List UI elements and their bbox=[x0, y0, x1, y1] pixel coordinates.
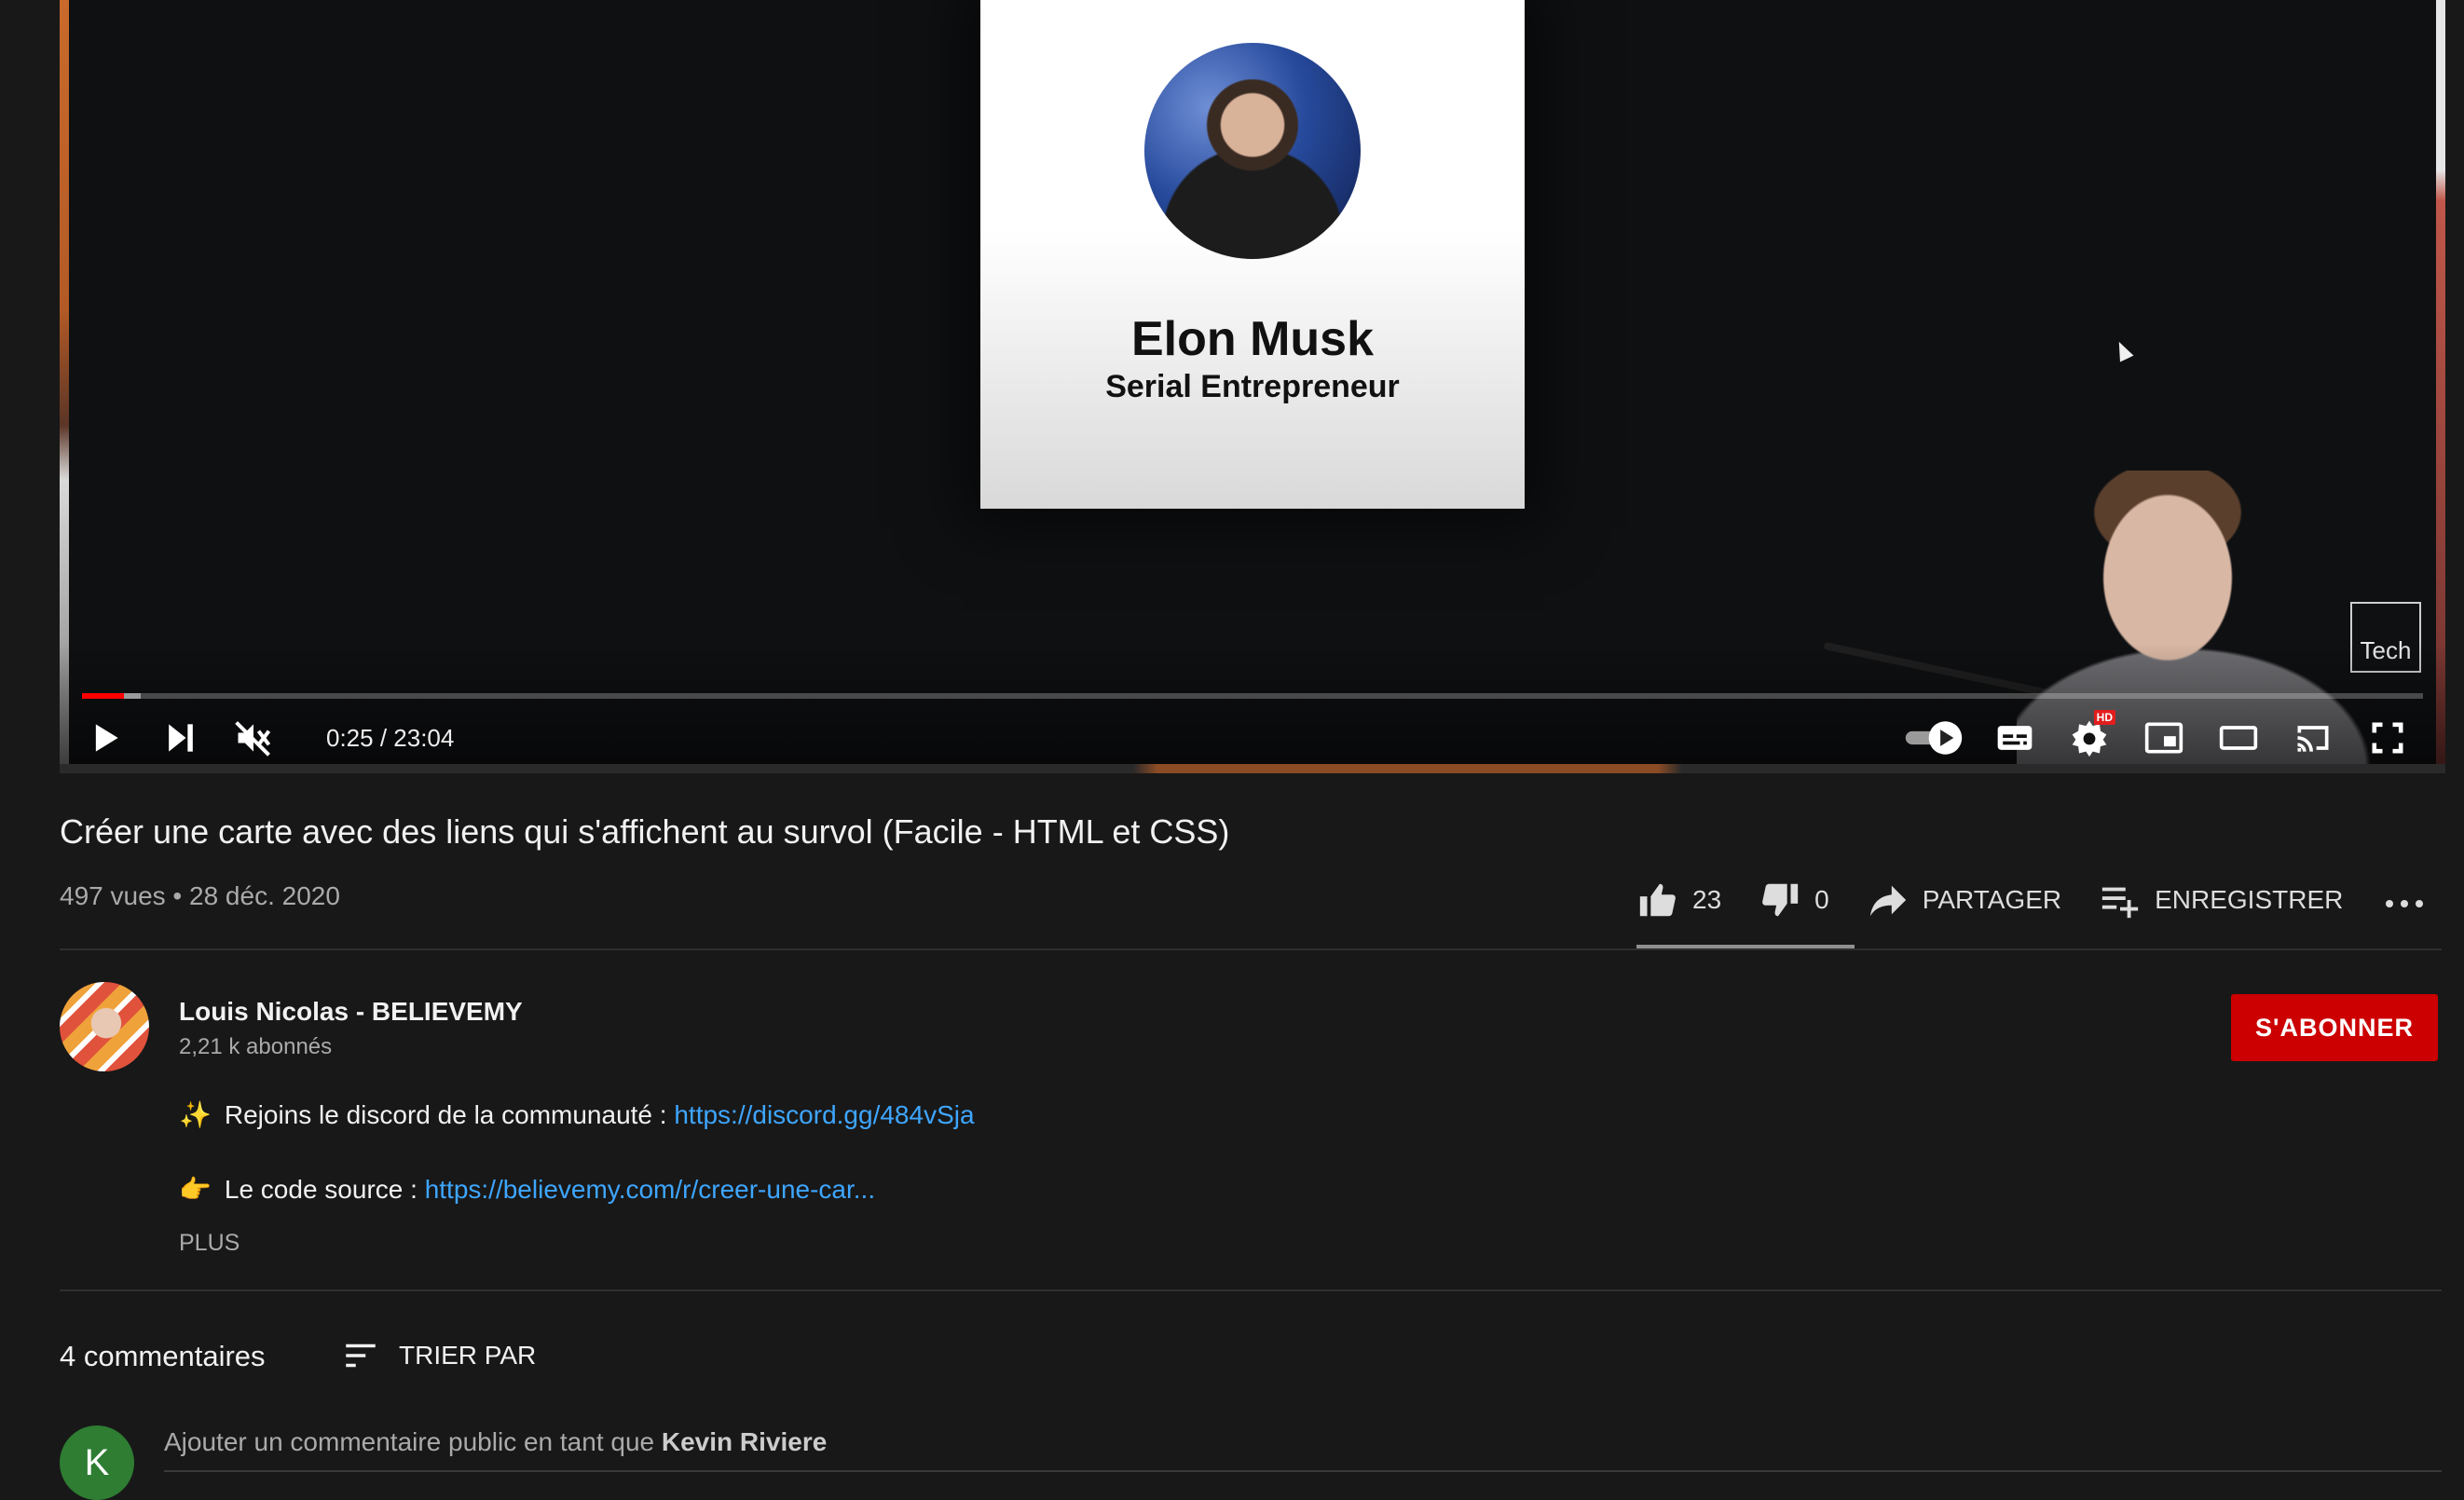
share-icon bbox=[1869, 885, 1906, 917]
video-views-date: 497 vues • 28 déc. 2020 bbox=[60, 881, 340, 910]
video-title: Créer une carte avec des liens qui s'aff… bbox=[60, 812, 1230, 851]
description-text: Rejoins le discord de la communauté : bbox=[224, 1100, 675, 1129]
channel-name[interactable]: Louis Nicolas - BELIEVEMY bbox=[179, 997, 523, 1027]
comment-placeholder: Ajouter un commentaire public en tant qu… bbox=[164, 1427, 662, 1456]
sort-label: TRIER PAR bbox=[399, 1341, 537, 1370]
subtitles-button[interactable] bbox=[1989, 712, 2041, 764]
progress-bar[interactable] bbox=[82, 693, 2423, 699]
mute-button[interactable] bbox=[227, 712, 280, 764]
pointing-hand-icon: 👉 bbox=[179, 1175, 212, 1204]
fullscreen-button[interactable] bbox=[2361, 712, 2414, 764]
video-player[interactable]: Elon Musk Serial Entrepreneur Tech 0:25 … bbox=[60, 0, 2445, 773]
like-button[interactable]: 23 bbox=[1636, 879, 1721, 921]
hd-badge: HD bbox=[2093, 710, 2115, 725]
description-line-discord: ✨ Rejoins le discord de la communauté : h… bbox=[179, 1099, 975, 1130]
sort-icon bbox=[346, 1343, 376, 1368]
dislike-count: 0 bbox=[1814, 885, 1829, 914]
divider bbox=[60, 1289, 2442, 1291]
theater-mode-button[interactable] bbox=[2212, 712, 2265, 764]
save-label: ENREGISTRER bbox=[2155, 885, 2344, 914]
cast-button[interactable] bbox=[2287, 712, 2339, 764]
show-more-button[interactable]: PLUS bbox=[179, 1230, 240, 1257]
subtitles-icon bbox=[1997, 726, 2033, 750]
play-button[interactable] bbox=[78, 712, 130, 764]
video-slide-card: Elon Musk Serial Entrepreneur bbox=[980, 0, 1525, 509]
time-display: 0:25 / 23:04 bbox=[326, 724, 455, 752]
more-actions-icon[interactable] bbox=[2382, 885, 2434, 922]
comment-input[interactable]: Ajouter un commentaire public en tant qu… bbox=[164, 1427, 2442, 1472]
muted-volume-icon bbox=[235, 721, 271, 757]
slide-profile-photo bbox=[1144, 43, 1361, 259]
channel-avatar[interactable] bbox=[60, 982, 149, 1071]
description-line-source: 👉 Le code source : https://believemy.com/… bbox=[179, 1174, 875, 1205]
comment-user-name: Kevin Riviere bbox=[661, 1427, 828, 1456]
next-button[interactable] bbox=[155, 712, 207, 764]
mouse-cursor-icon bbox=[2112, 338, 2134, 362]
dislike-button[interactable]: 0 bbox=[1759, 879, 1829, 921]
share-label: PARTAGER bbox=[1922, 885, 2062, 914]
thumbs-up-icon bbox=[1639, 883, 1676, 917]
user-avatar[interactable]: K bbox=[60, 1425, 134, 1500]
slide-name: Elon Musk bbox=[1130, 312, 1375, 366]
video-bottom-strip bbox=[60, 764, 2445, 773]
save-button[interactable]: ENREGISTRER bbox=[2099, 879, 2343, 921]
subscriber-count: 2,21 k abonnés bbox=[179, 1034, 333, 1059]
autoplay-toggle-icon bbox=[1905, 721, 1963, 755]
theater-mode-icon bbox=[2219, 726, 2258, 750]
settings-button[interactable]: HD bbox=[2063, 710, 2115, 764]
playlist-add-icon bbox=[2101, 887, 2139, 919]
autoplay-toggle[interactable] bbox=[1901, 712, 1966, 764]
thumbs-down-icon bbox=[1762, 883, 1799, 917]
video-actions: 23 0 PARTAGER ENREGISTRER bbox=[1636, 872, 2380, 928]
slide-role: Serial Entrepreneur bbox=[1105, 369, 1400, 404]
source-code-link[interactable]: https://believemy.com/r/creer-une-car... bbox=[425, 1175, 875, 1204]
play-icon bbox=[95, 724, 118, 752]
miniplayer-icon bbox=[2144, 722, 2183, 754]
like-count: 23 bbox=[1692, 885, 1722, 914]
description-text: Le code source : bbox=[224, 1175, 425, 1204]
next-icon bbox=[169, 724, 193, 752]
share-button[interactable]: PARTAGER bbox=[1867, 879, 2061, 921]
fullscreen-icon bbox=[2372, 722, 2403, 754]
divider bbox=[60, 948, 2442, 950]
subscribe-button[interactable]: S'ABONNER bbox=[2231, 994, 2438, 1061]
sort-button[interactable]: TRIER PAR bbox=[341, 1336, 536, 1375]
progress-played bbox=[82, 693, 125, 699]
miniplayer-button[interactable] bbox=[2138, 712, 2190, 764]
cast-icon bbox=[2297, 726, 2329, 752]
discord-link[interactable]: https://discord.gg/484vSja bbox=[674, 1100, 974, 1129]
sparkles-icon: ✨ bbox=[179, 1100, 212, 1129]
comments-count: 4 commentaires bbox=[60, 1340, 266, 1372]
